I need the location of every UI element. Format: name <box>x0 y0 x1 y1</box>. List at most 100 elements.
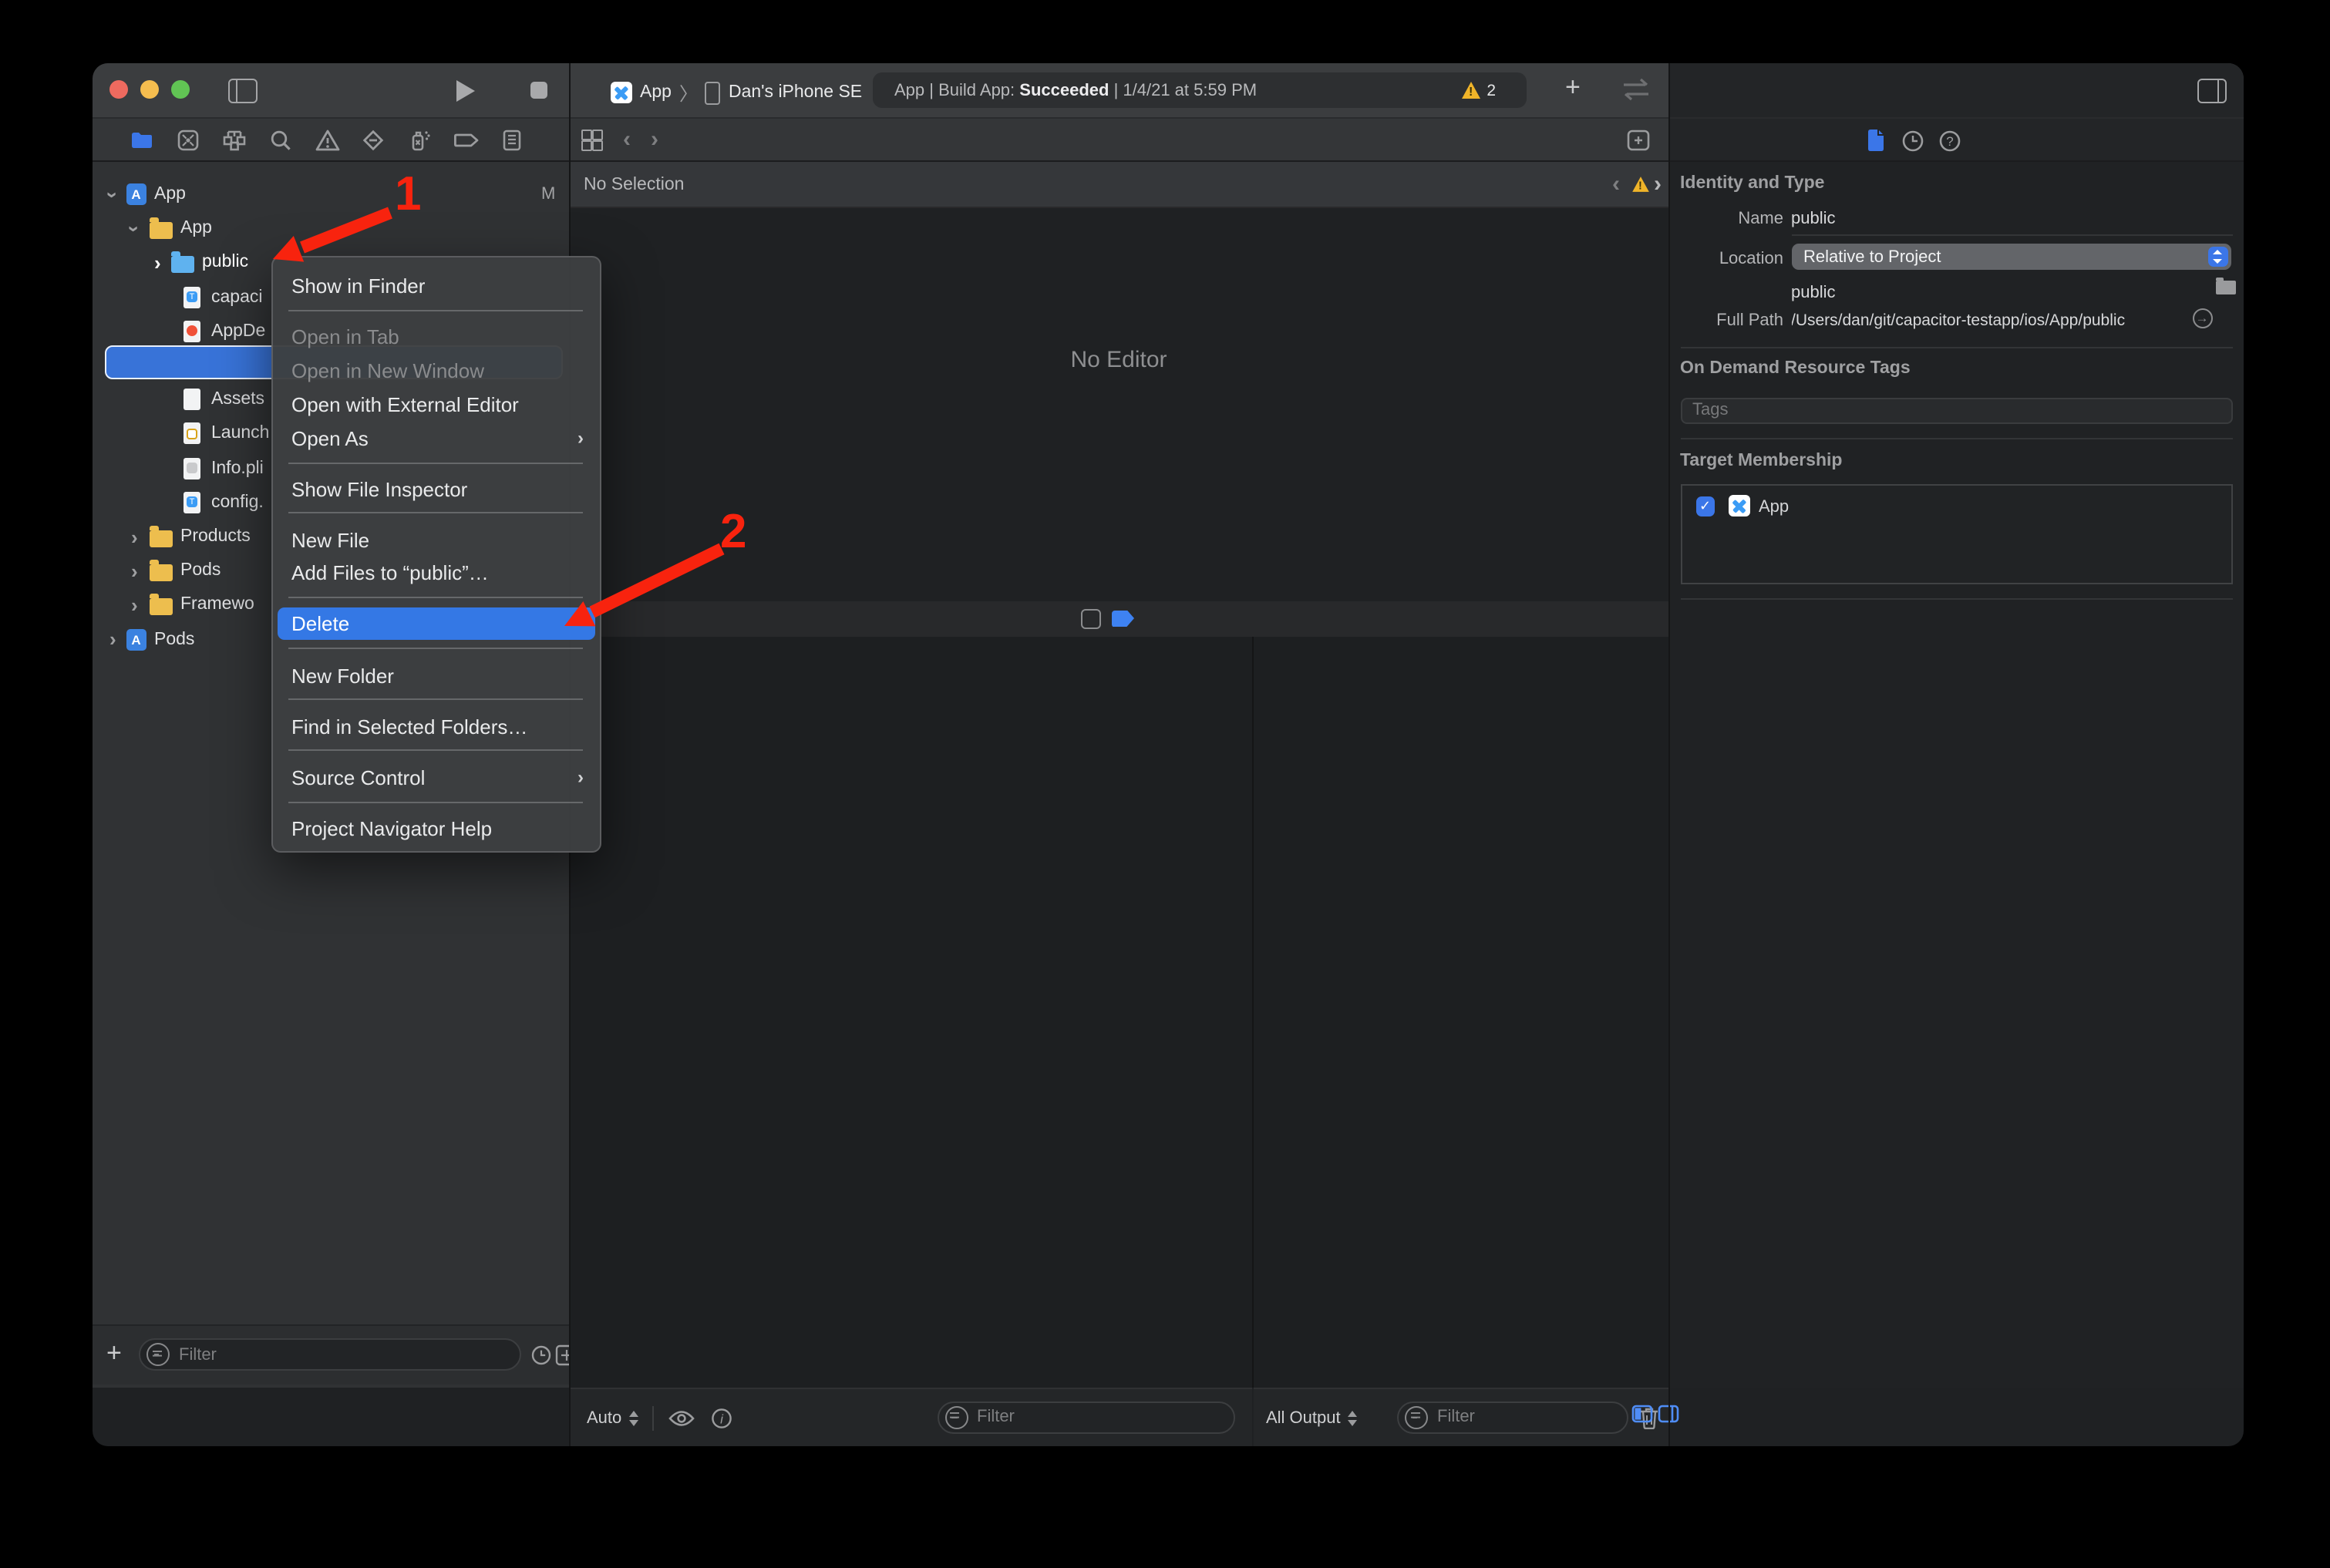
menu-separator <box>288 512 583 513</box>
breakpoint-flag-icon[interactable] <box>1111 610 1134 627</box>
menu-item-project-navigator-help[interactable]: Project Navigator Help <box>291 811 584 845</box>
disclosure-chevron-icon[interactable]: › <box>131 527 138 547</box>
menu-item-show-file-inspector[interactable]: Show File Inspector <box>291 472 584 506</box>
symbols-icon[interactable] <box>211 127 258 152</box>
info-icon[interactable]: i <box>711 1407 732 1428</box>
file-inspector-icon[interactable] <box>1865 128 1885 153</box>
console-pane <box>1254 637 1668 1388</box>
menu-separator <box>288 749 583 751</box>
add-tab-button[interactable]: + <box>1565 72 1581 103</box>
disclosure-chevron-icon[interactable]: › <box>131 560 138 580</box>
generic-file-icon <box>184 389 200 410</box>
menu-separator <box>288 310 583 311</box>
breakpoints-tag-icon[interactable] <box>443 127 489 152</box>
svg-text:?: ? <box>1945 133 1952 148</box>
popup-stepper-icon <box>2207 247 2227 267</box>
console-scope-select[interactable]: All Output <box>1266 1408 1341 1427</box>
zoom-window-button[interactable] <box>171 80 190 99</box>
warning-triangle-icon[interactable] <box>1631 177 1648 192</box>
show-variables-pane-icon[interactable] <box>1631 1405 1652 1423</box>
console-filter-input[interactable]: Filter <box>1397 1401 1628 1433</box>
menu-separator <box>288 801 583 803</box>
menu-separator <box>288 698 583 700</box>
disclosure-chevron-icon[interactable]: › <box>109 629 116 649</box>
debug-spray-icon[interactable] <box>396 127 443 152</box>
minimize-window-button[interactable] <box>140 80 159 99</box>
issues-warning-icon[interactable] <box>304 127 350 152</box>
reveal-path-arrow-icon[interactable]: → <box>2192 308 2212 328</box>
fullpath-value: /Users/dan/git/capacitor-testapp/ios/App… <box>1791 311 2125 330</box>
scheme-selector[interactable]: App 〉 Dan's iPhone SE <box>611 79 862 106</box>
menu-item-show-in-finder[interactable]: Show in Finder <box>291 269 584 303</box>
folder-icon <box>150 530 173 547</box>
identity-section-header: Identity and Type <box>1680 174 1824 193</box>
tree-row-label: Pods <box>180 561 221 580</box>
console-bottom-bar: All Output Filter <box>1254 1388 1668 1445</box>
eye-icon[interactable] <box>668 1408 695 1427</box>
help-icon[interactable]: ? <box>1938 129 1961 152</box>
disclosure-chevron-icon[interactable]: › <box>103 191 123 198</box>
activity-status-pill[interactable]: App | Build App: Succeeded | 1/4/21 at 5… <box>873 72 1527 108</box>
menu-item-find-in-selected-folders[interactable]: Find in Selected Folders… <box>291 709 584 743</box>
tree-row-label: AppDe <box>211 322 271 341</box>
membership-checkbox[interactable]: ✓ <box>1695 496 1715 516</box>
menu-item-delete[interactable]: Delete <box>291 607 584 641</box>
run-destination[interactable]: Dan's iPhone SE <box>729 83 862 102</box>
issue-forward-icon[interactable]: › <box>1654 173 1662 196</box>
editor-forward-icon[interactable]: › <box>651 128 658 151</box>
project-navigator-folder-icon[interactable] <box>119 127 165 152</box>
location-popup[interactable]: Relative to Project <box>1791 244 2231 270</box>
variables-filter-input[interactable]: Filter <box>937 1401 1234 1433</box>
history-clock-icon[interactable] <box>1901 129 1924 152</box>
pane-divider[interactable] <box>1252 637 1254 1388</box>
disclosure-chevron-icon[interactable]: › <box>154 253 161 273</box>
navigator-filter-input[interactable]: Filter <box>139 1338 521 1371</box>
menu-item-add-files[interactable]: Add Files to “public”… <box>291 555 584 589</box>
issue-back-icon[interactable]: ‹ <box>1612 173 1620 196</box>
add-file-button[interactable]: + <box>106 1338 122 1369</box>
menu-item-open-with-external-editor[interactable]: Open with External Editor <box>291 387 584 421</box>
hide-debug-square-icon[interactable] <box>1080 609 1100 629</box>
menu-item-open-as[interactable]: Open As› <box>291 421 584 455</box>
reports-list-icon[interactable] <box>489 127 535 152</box>
variables-scope-select[interactable]: Auto <box>587 1408 621 1427</box>
context-menu: Show in Finder Open in Tab Open in New W… <box>271 256 601 853</box>
close-window-button[interactable] <box>109 80 128 99</box>
capacitor-app-icon <box>1728 495 1749 516</box>
menu-item-source-control[interactable]: Source Control› <box>291 760 584 794</box>
add-editor-icon[interactable] <box>1627 129 1650 150</box>
filter-placeholder: Filter <box>977 1408 1015 1426</box>
stop-button[interactable] <box>530 82 547 99</box>
tests-diamond-icon[interactable] <box>350 127 396 152</box>
variables-view-pane <box>570 637 1252 1388</box>
separator <box>1680 346 2232 348</box>
choose-folder-icon[interactable] <box>2215 281 2235 294</box>
filter-icon <box>1405 1405 1428 1428</box>
editor-jump-bar[interactable]: No Selection ‹ › <box>570 162 1668 208</box>
scheme-name[interactable]: App <box>640 83 672 102</box>
warning-badge[interactable]: 2 <box>1462 81 1496 99</box>
scope-stepper-icon <box>1347 1408 1358 1427</box>
search-icon[interactable] <box>258 127 304 152</box>
menu-item-new-file[interactable]: New File <box>291 523 584 557</box>
odr-section-header: On Demand Resource Tags <box>1680 358 1911 377</box>
disclosure-chevron-icon[interactable]: › <box>124 225 144 232</box>
tags-placeholder: Tags <box>1692 402 1729 420</box>
left-sidebar-toggle-icon[interactable] <box>228 79 258 103</box>
breadcrumb-chevron-icon: 〉 <box>679 79 698 106</box>
recent-files-clock-icon[interactable] <box>530 1344 552 1366</box>
swap-arrows-icon[interactable] <box>1619 77 1653 103</box>
related-items-icon[interactable] <box>581 130 601 150</box>
tree-row-app-project[interactable]: › A App M <box>93 178 568 210</box>
editor-inspector-divider[interactable] <box>1668 63 1669 1445</box>
disclosure-chevron-icon[interactable]: › <box>131 595 138 615</box>
editor-back-icon[interactable]: ‹ <box>623 128 631 151</box>
name-value[interactable]: public <box>1791 209 1836 227</box>
run-button[interactable] <box>456 79 475 101</box>
tags-input[interactable]: Tags <box>1680 397 2232 424</box>
menu-item-new-folder[interactable]: New Folder <box>291 658 584 692</box>
tree-row-app-folder[interactable]: › App <box>93 212 568 244</box>
source-control-icon[interactable] <box>165 127 211 152</box>
tree-row-label: App <box>154 185 186 204</box>
right-panel-toggle-icon[interactable] <box>2197 79 2227 103</box>
